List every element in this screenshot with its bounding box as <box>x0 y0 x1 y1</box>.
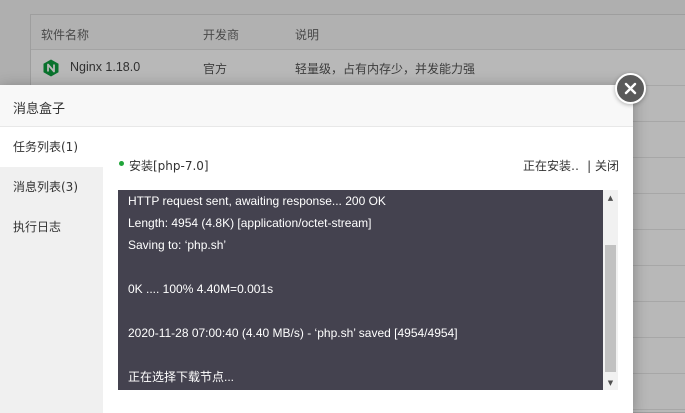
task-close-link[interactable]: | 关闭 <box>587 157 619 174</box>
console-line: Length: 4954 (4.8K) [application/octet-s… <box>128 216 372 230</box>
status-dot-icon <box>119 161 124 166</box>
console-line: 正在选择下载节点... <box>128 370 235 384</box>
console-line: 0K .... 100% 4.40M=0.001s <box>128 282 274 296</box>
console-line: Saving to: ‘php.sh’ <box>128 238 227 252</box>
install-log-console[interactable]: HTTP request sent, awaiting response... … <box>118 190 603 390</box>
task-panel: 安装[php-7.0] 正在安装‥ | 关闭 HTTP request sent… <box>103 127 633 413</box>
scroll-down-icon[interactable]: ▼ <box>603 375 618 390</box>
console-line: 2020-11-28 07:00:40 (4.40 MB/s) - ‘php.s… <box>128 326 458 340</box>
console-line: HTTP request sent, awaiting response... … <box>128 194 386 208</box>
task-name: 安装[php-7.0] <box>129 159 209 173</box>
sidebar-item-task-list[interactable]: 任务列表(1) <box>0 127 103 167</box>
task-status: 正在安装‥ <box>522 159 579 173</box>
dialog-sidebar: 任务列表(1) 消息列表(3) 执行日志 <box>0 127 103 413</box>
close-dialog-button[interactable] <box>615 73 646 104</box>
message-box-dialog: 消息盒子 任务列表(1) 消息列表(3) 执行日志 安装[php-7.0] 正在… <box>0 85 633 413</box>
sidebar-item-message-list[interactable]: 消息列表(3) <box>0 167 103 207</box>
dialog-header: 消息盒子 <box>0 85 633 127</box>
dialog-title: 消息盒子 <box>13 102 66 117</box>
scroll-up-icon[interactable]: ▲ <box>603 190 618 205</box>
close-icon <box>624 82 637 95</box>
console-scrollbar[interactable]: ▲ ▼ <box>603 190 618 390</box>
sidebar-item-execution-log[interactable]: 执行日志 <box>0 207 103 247</box>
task-header: 安装[php-7.0] 正在安装‥ | 关闭 <box>117 155 619 175</box>
scroll-thumb[interactable] <box>605 245 616 372</box>
